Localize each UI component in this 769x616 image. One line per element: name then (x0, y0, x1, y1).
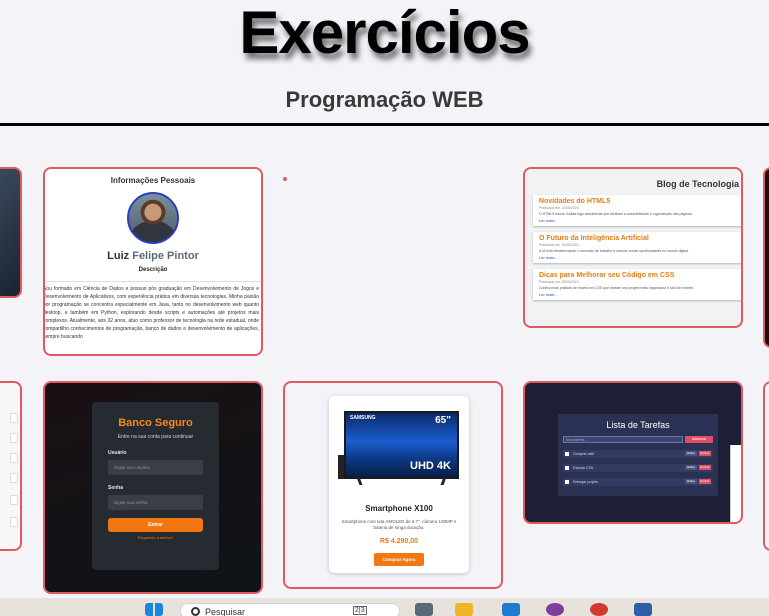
post-excerpt: O HTML5 trouxe muitas tags semânticas qu… (539, 212, 693, 216)
list-item (10, 495, 18, 505)
task-checkbox[interactable] (565, 480, 569, 484)
post-title: Dicas para Melhorar seu Código em CSS (539, 272, 675, 279)
tv-box (338, 455, 344, 479)
product-name: Smartphone X100 (365, 504, 433, 513)
list-item (10, 453, 18, 463)
product-description: Smartphone com tela AMOLED de 6.7", câme… (341, 519, 457, 530)
product-card[interactable]: SAMSUNG 65" UHD 4K Smartphone X100 Smart… (283, 381, 503, 589)
task-item: Entregar projeto Editar Excluir (563, 478, 713, 486)
buy-button[interactable]: Comprar Agora (374, 553, 424, 566)
edit-task-button[interactable]: Editar (685, 479, 697, 484)
login-button[interactable]: Entrar (108, 518, 203, 532)
blog-post: Dicas para Melhorar seu Código em CSS Pu… (533, 269, 741, 300)
post-date: Publicado em 10/05/2024 (539, 206, 579, 210)
search-badge: 2|3 (353, 606, 367, 615)
personal-info-heading: Informações Pessoais (110, 176, 196, 185)
post-title: O Futuro da Inteligência Artificial (539, 235, 649, 242)
todo-title: Lista de Tarefas (606, 420, 670, 430)
taskbar-search[interactable]: Pesquisar 2|3 (180, 603, 400, 616)
task-label: Comprar café (573, 452, 595, 456)
username-label: Usuário (108, 450, 127, 456)
app-icon[interactable] (634, 603, 652, 616)
todo-side-panel (730, 445, 741, 522)
partial-card-right-bottom[interactable] (763, 381, 769, 551)
bank-subtitle: Entre na sua conta para continuar (117, 434, 194, 440)
post-excerpt: Confira boas práticas de escrita em CSS … (539, 286, 694, 290)
post-title: Novidades do HTML5 (539, 198, 611, 205)
password-label: Senha (108, 485, 124, 491)
description-text: Sou formado em Ciência de Dados e possuo… (45, 281, 261, 341)
post-excerpt: A IA está transformando o mercado de tra… (539, 249, 689, 253)
delete-task-button[interactable]: Excluir (699, 451, 711, 456)
tv-stand (440, 477, 447, 485)
task-item: Estudar CSS Editar Excluir (563, 464, 713, 472)
last-name: Felipe Pintor (132, 250, 199, 262)
vscode-icon[interactable] (502, 603, 520, 616)
delete-task-button[interactable]: Excluir (699, 479, 711, 484)
forgot-password-link[interactable]: Esqueceu a senha? (92, 535, 219, 540)
description-heading: Descrição (138, 267, 168, 273)
blog-card[interactable]: Blog de Tecnologia Novidades do HTML5 Pu… (523, 167, 743, 328)
tv-size: 65" (435, 415, 451, 426)
list-item (10, 517, 18, 527)
personal-info-card[interactable]: Informações Pessoais Luiz Felipe Pintor … (43, 167, 263, 356)
add-task-button[interactable]: Adicionar (685, 436, 713, 443)
blog-post: O Futuro da Inteligência Artificial Publ… (533, 232, 741, 263)
tv-image: SAMSUNG 65" UHD 4K (338, 411, 459, 485)
page-subtitle: Programação WEB (285, 87, 484, 112)
list-item (10, 413, 18, 423)
bullet-dot (283, 177, 287, 181)
first-name: Luiz (107, 250, 130, 262)
password-input[interactable]: Digite sua senha (108, 495, 203, 510)
todo-panel: Lista de Tarefas Nova tarefa... Adiciona… (558, 414, 718, 496)
avatar (127, 192, 179, 244)
partial-card-left-bottom[interactable] (0, 381, 22, 551)
app-icon[interactable] (546, 603, 564, 616)
bank-title: Banco Seguro (118, 417, 193, 429)
product-price: R$ 4.290,00 (379, 538, 419, 545)
post-date: Publicado em 15/05/2024 (539, 280, 579, 284)
blog-post: Novidades do HTML5 Publicado em 10/05/20… (533, 195, 741, 226)
edit-task-button[interactable]: Editar (685, 451, 697, 456)
windows-start-icon[interactable] (145, 603, 163, 616)
task-label: Entregar projeto (573, 480, 599, 484)
product-panel: SAMSUNG 65" UHD 4K Smartphone X100 Smart… (329, 396, 469, 573)
folder-icon[interactable] (455, 603, 473, 616)
browser-icon[interactable] (590, 603, 608, 616)
search-placeholder: Pesquisar (205, 607, 246, 616)
taskbar: Pesquisar 2|3 (0, 598, 769, 616)
task-view-icon[interactable] (415, 603, 433, 616)
post-date: Publicado em 12/05/2024 (539, 243, 579, 247)
task-checkbox[interactable] (565, 466, 569, 470)
new-task-input[interactable]: Nova tarefa... (563, 436, 683, 443)
blog-title: Blog de Tecnologia (656, 179, 739, 189)
task-checkbox[interactable] (565, 452, 569, 456)
username-input[interactable]: Digite seu usuário (108, 460, 203, 475)
list-item (10, 433, 18, 443)
delete-task-button[interactable]: Excluir (699, 465, 711, 470)
read-more-link[interactable]: Ler mais... (539, 218, 741, 223)
header-divider (0, 123, 769, 126)
tv-brand: SAMSUNG (350, 415, 376, 421)
page-title: Exercícios (239, 0, 530, 66)
read-more-link[interactable]: Ler mais... (539, 292, 741, 297)
bank-login-card[interactable]: Banco Seguro Entre na sua conta para con… (43, 381, 263, 594)
partial-card-right-top[interactable] (763, 167, 769, 348)
search-icon (191, 607, 200, 616)
list-item (10, 473, 18, 483)
edit-task-button[interactable]: Editar (685, 465, 697, 470)
read-more-link[interactable]: Ler mais... (539, 255, 741, 260)
tv-badge: UHD 4K (410, 460, 451, 472)
profile-name: Luiz Felipe Pintor (45, 250, 261, 262)
login-form: Banco Seguro Entre na sua conta para con… (92, 402, 219, 570)
partial-card-left-top[interactable] (0, 167, 22, 298)
task-label: Estudar CSS (573, 466, 594, 470)
tv-stand (356, 477, 363, 485)
task-item: Comprar café Editar Excluir (563, 450, 713, 458)
todo-card[interactable]: Lista de Tarefas Nova tarefa... Adiciona… (523, 381, 743, 524)
